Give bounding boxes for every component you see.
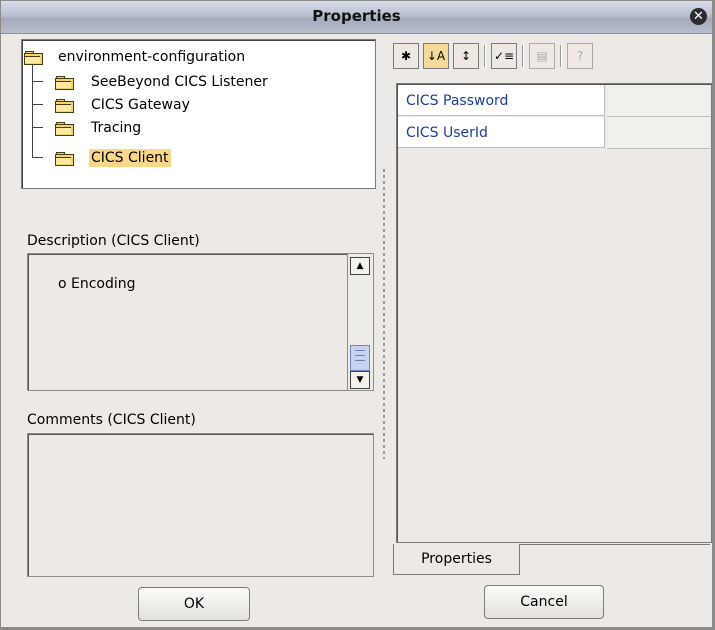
cancel-button[interactable]: Cancel (484, 585, 604, 619)
tree-item-label: SeeBeyond CICS Listener (91, 74, 268, 90)
folder-icon (55, 152, 74, 166)
ok-button[interactable]: OK (138, 587, 250, 621)
toolbar-separator (484, 45, 486, 67)
expand-icon[interactable]: ✱ (393, 43, 419, 69)
window-title: Properties (312, 7, 401, 25)
property-name: CICS Password (398, 85, 605, 116)
scroll-up-icon[interactable]: ▲ (350, 257, 370, 275)
toolbar-separator (522, 45, 524, 67)
tab-strip: Properties (393, 544, 710, 575)
tree-item-label: CICS Gateway (91, 97, 190, 113)
property-sheet: CICS Password CICS UserId (396, 83, 712, 543)
tab-properties[interactable]: Properties (393, 544, 520, 575)
folder-icon (55, 99, 74, 113)
property-value[interactable] (607, 85, 710, 117)
property-row[interactable]: CICS Password (398, 85, 710, 117)
property-row[interactable]: CICS UserId (398, 117, 710, 149)
tree-item-tracing[interactable]: Tracing (55, 117, 141, 139)
description-label: Description (CICS Client) (27, 233, 200, 249)
folder-icon (24, 51, 43, 65)
folder-icon (55, 122, 74, 136)
sort-alphabetical-icon[interactable]: ↓A (423, 43, 449, 69)
tree-item-label-selected: CICS Client (89, 149, 171, 167)
sort-category-icon[interactable]: ↕ (453, 43, 479, 69)
folder-icon (55, 76, 74, 90)
configuration-tree[interactable]: environment-configuration SeeBeyond CICS… (21, 39, 376, 189)
property-toolbar: ✱ ↓A ↕ ✓≡ ▤ ? (393, 41, 597, 71)
scroll-thumb[interactable] (350, 345, 370, 371)
tree-item-cics-client[interactable]: CICS Client (55, 147, 171, 169)
description-box: o Encoding (27, 253, 349, 391)
title-bar[interactable]: Properties ✕ (1, 1, 712, 34)
comments-label: Comments (CICS Client) (27, 412, 196, 428)
description-text: o Encoding (58, 276, 136, 292)
properties-view-icon[interactable]: ▤ (529, 43, 555, 69)
toolbar-separator (560, 45, 562, 67)
scroll-down-icon[interactable]: ▼ (350, 371, 370, 389)
comments-textarea[interactable] (27, 433, 374, 577)
tree-root[interactable]: environment-configuration (24, 46, 245, 68)
show-editable-icon[interactable]: ✓≡ (491, 43, 517, 69)
tree-item-cics-gateway[interactable]: CICS Gateway (55, 94, 190, 116)
panel-splitter[interactable] (383, 169, 385, 459)
tree-root-label: environment-configuration (58, 49, 246, 65)
property-name: CICS UserId (398, 117, 605, 148)
property-value[interactable] (607, 117, 710, 149)
properties-dialog: Properties ✕ environment-configuration S… (0, 0, 715, 630)
description-scrollbar[interactable]: ▲ ▼ (347, 253, 374, 391)
close-icon[interactable]: ✕ (690, 8, 707, 25)
tree-item-seebeyond-cics-listener[interactable]: SeeBeyond CICS Listener (55, 71, 268, 93)
tree-item-label: Tracing (91, 120, 142, 136)
help-icon[interactable]: ? (567, 43, 593, 69)
